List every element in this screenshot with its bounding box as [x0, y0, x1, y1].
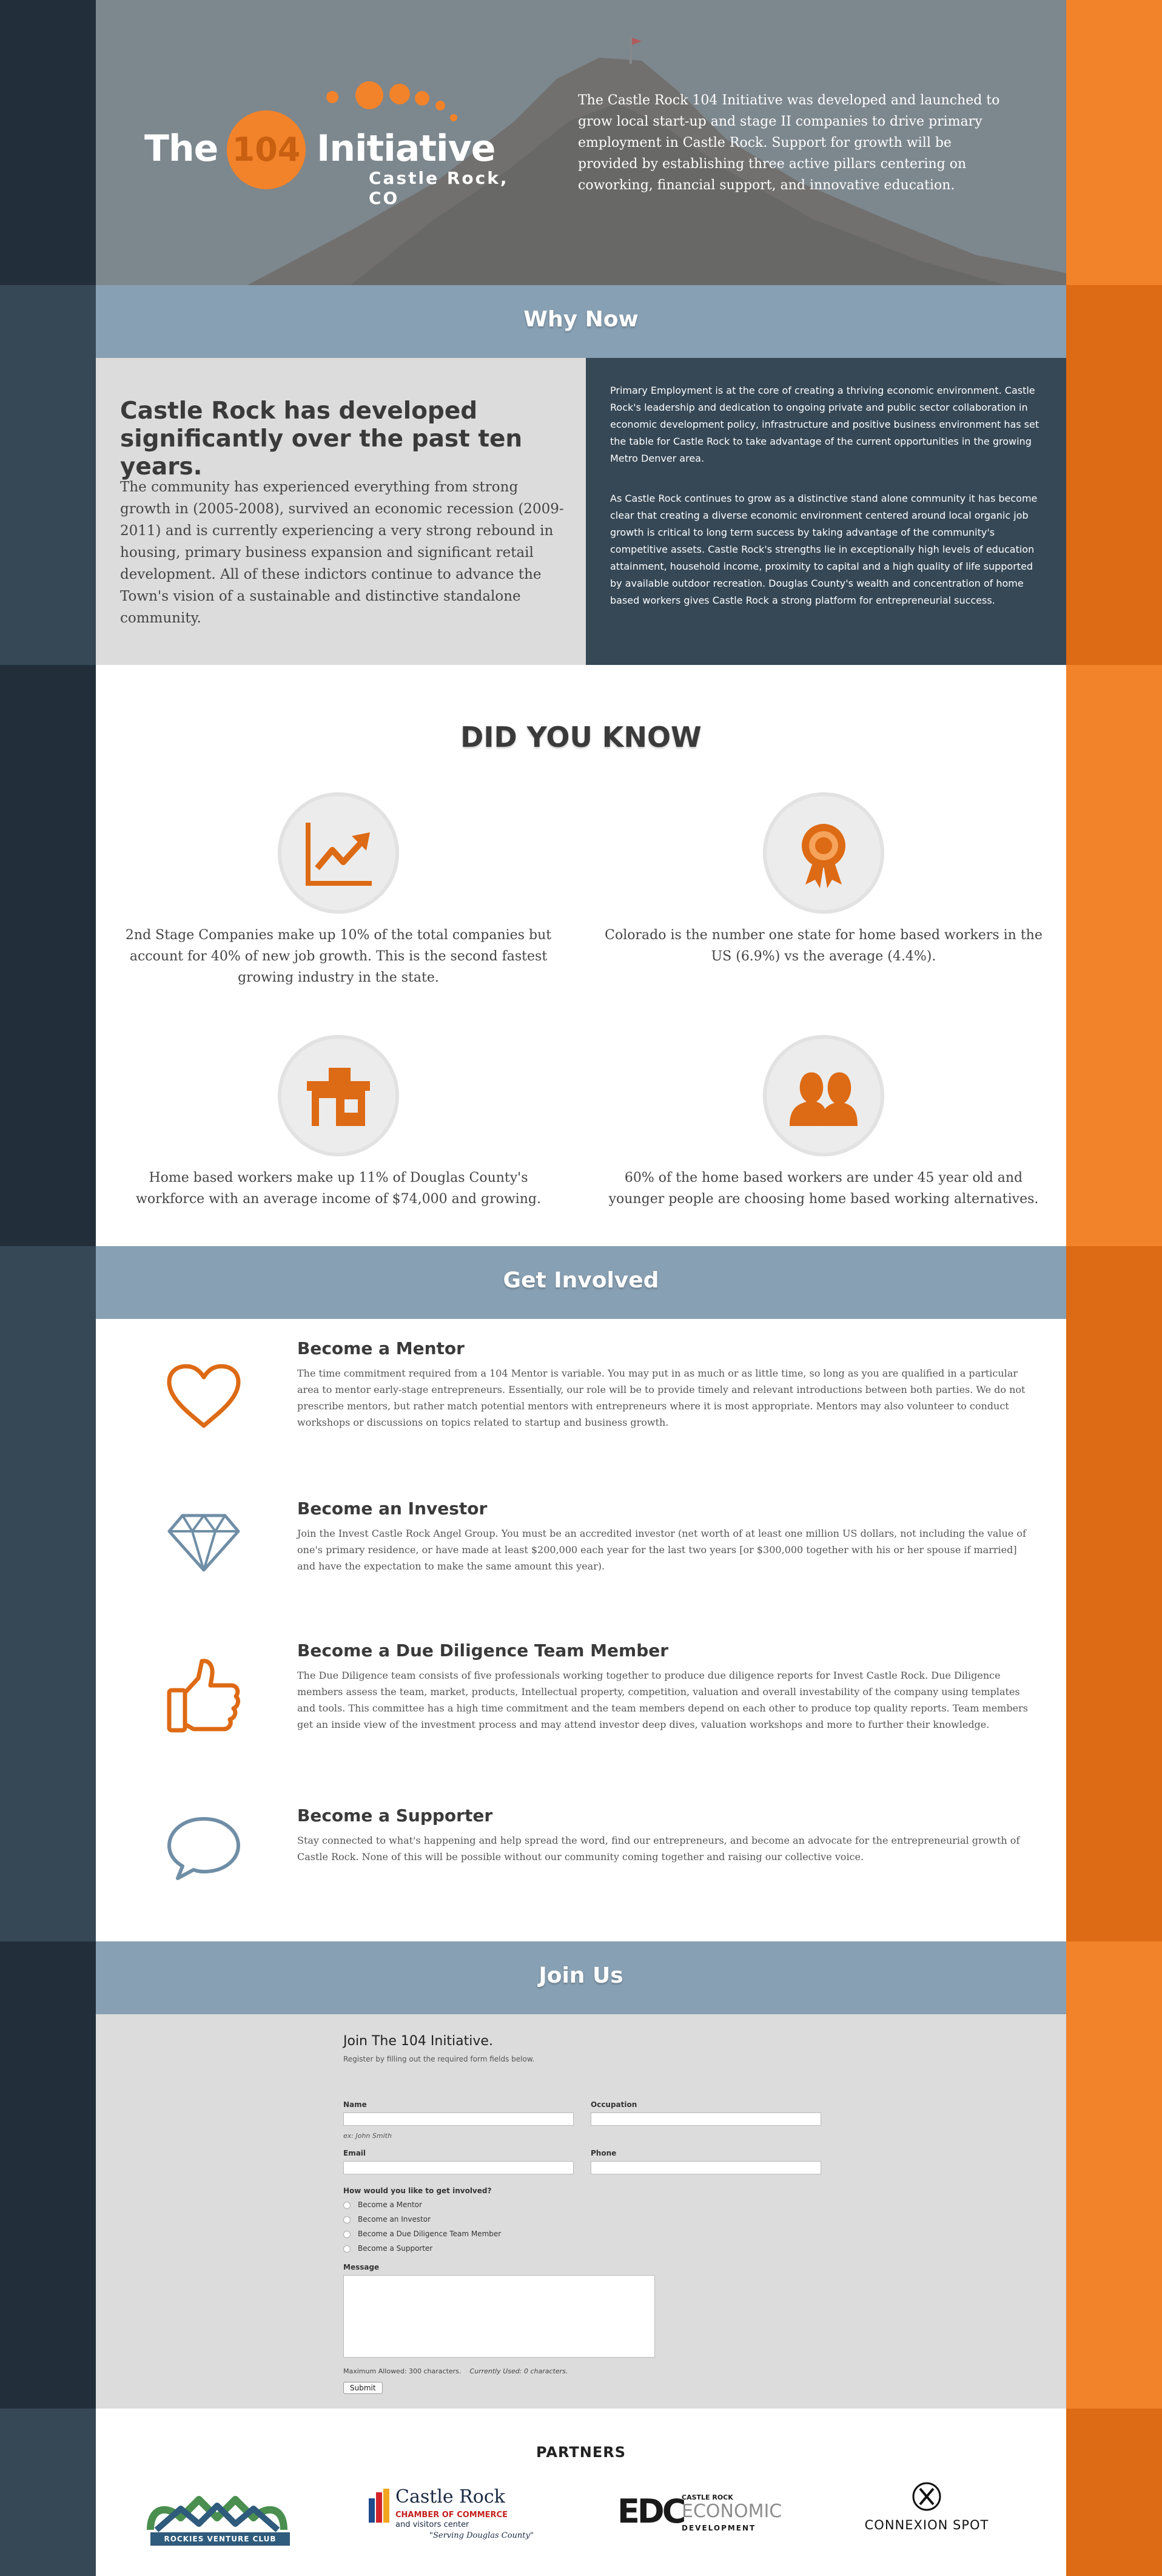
radio-button[interactable]	[343, 2202, 351, 2209]
fact-text: 2nd Stage Companies make up 10% of the t…	[125, 928, 552, 985]
speech-bubble-icon	[167, 1817, 240, 1880]
logo-dot	[415, 91, 429, 106]
partners-title: PARTNERS	[536, 2444, 626, 2461]
due-diligence-body: The Due Diligence team consists of five …	[297, 1670, 1028, 1730]
why-now-left-panel: Castle Rock has developed significantly …	[96, 358, 586, 665]
chamber-line-2: and visitors center	[395, 2520, 469, 2529]
logo-dot	[435, 101, 445, 110]
award-ribbon-icon	[763, 792, 884, 914]
fact-text: 60% of the home based workers are under …	[608, 1170, 1039, 1207]
name-label: Name	[343, 2100, 367, 2109]
max-allowed-text: Maximum Allowed: 300 characters.	[343, 2367, 462, 2375]
house-icon	[278, 1035, 399, 1156]
connexion-spot-logo[interactable]: CONNEXION SPOT	[854, 2481, 999, 2554]
name-field[interactable]	[343, 2112, 574, 2126]
supporter-body: Stay connected to what's happening and h…	[297, 1835, 1020, 1863]
logo-dot	[450, 114, 457, 121]
fact-text: Home based workers make up 11% of Dougla…	[136, 1170, 541, 1207]
hero-intro-text: The Castle Rock 104 Initiative was devel…	[578, 93, 1000, 193]
people-icon	[763, 1035, 884, 1156]
fact-text: Colorado is the number one state for hom…	[605, 928, 1043, 964]
investor-title: Become an Investor	[297, 1499, 488, 1519]
name-hint: ex: John Smith	[343, 2132, 392, 2140]
heart-icon	[167, 1364, 241, 1428]
character-counter: Maximum Allowed: 300 characters. Currentl…	[343, 2367, 568, 2375]
phone-label: Phone	[591, 2149, 617, 2157]
supporter-title: Become a Supporter	[297, 1806, 493, 1826]
castle-rock-chamber-logo[interactable]: Castle Rock CHAMBER OF COMMERCE and visi…	[369, 2481, 557, 2554]
get-involved-title: Get Involved	[503, 1268, 659, 1293]
message-textarea[interactable]	[343, 2275, 655, 2358]
option-label: Become a Supporter	[358, 2244, 433, 2253]
radio-button[interactable]	[343, 2245, 351, 2253]
form-title: Join The 104 Initiative.	[343, 2034, 493, 2049]
logo-initiative-text: Initiative	[317, 127, 495, 170]
why-now-body: The community has experienced everything…	[120, 479, 564, 626]
hero-section: The 104 Initiative Castle Rock, CO The C…	[96, 0, 1066, 285]
option-mentor[interactable]: Become a Mentor	[343, 2200, 586, 2211]
option-label: Become a Mentor	[358, 2200, 422, 2209]
right-side-stripe	[1066, 0, 1162, 2576]
logo-dot	[355, 81, 383, 109]
why-now-paragraph-2: As Castle Rock continues to grow as a di…	[610, 493, 1038, 606]
occupation-field[interactable]	[591, 2112, 821, 2126]
email-label: Email	[343, 2149, 366, 2157]
why-now-banner: Why Now	[96, 285, 1066, 358]
due-diligence-title: Become a Due Diligence Team Member	[297, 1640, 669, 1661]
message-label: Message	[343, 2263, 380, 2271]
radio-button[interactable]	[343, 2216, 351, 2224]
logo-dot	[326, 91, 338, 103]
email-field[interactable]	[343, 2161, 574, 2174]
form-subtitle: Register by filling out the required for…	[343, 2055, 535, 2063]
chamber-name: Castle Rock	[395, 2486, 505, 2507]
connexion-spot-text: CONNEXION SPOT	[864, 2518, 989, 2532]
edc-letters: EDC	[617, 2492, 686, 2530]
currently-used-text: Currently Used: 0 characters.	[469, 2367, 568, 2375]
option-due-diligence[interactable]: Become a Due Diligence Team Member	[343, 2229, 586, 2240]
phone-field[interactable]	[591, 2161, 821, 2174]
chamber-line-1: CHAMBER OF COMMERCE	[395, 2510, 508, 2520]
submit-button[interactable]: Submit	[343, 2382, 383, 2394]
initiative-logo[interactable]: The 104 Initiative Castle Rock, CO	[144, 73, 520, 208]
radio-button[interactable]	[343, 2231, 351, 2238]
join-us-banner: Join Us	[96, 1941, 1066, 2014]
why-now-paragraph-1: Primary Employment is at the core of cre…	[610, 385, 1039, 464]
occupation-label: Occupation	[591, 2100, 637, 2109]
logo-number: 104	[232, 130, 301, 169]
mentor-body: The time commitment required from a 104 …	[297, 1367, 1026, 1428]
did-you-know-title: DID YOU KNOW	[460, 721, 702, 754]
why-now-heading: Castle Rock has developed significantly …	[120, 397, 523, 480]
left-side-stripe	[0, 0, 96, 2576]
why-now-right-panel: Primary Employment is at the core of cre…	[586, 358, 1066, 665]
logo-dot	[389, 84, 410, 104]
rvc-logo-text: ROCKIES VENTURE CLUB	[164, 2535, 277, 2543]
diamond-icon	[167, 1514, 240, 1572]
get-involved-section: Become a Mentor The time commitment requ…	[96, 1319, 1066, 1941]
castle-rock-edc-logo[interactable]: EDC CASTLE ROCK ECONOMIC DEVELOPMENT	[617, 2481, 799, 2554]
main-content: The 104 Initiative Castle Rock, CO The C…	[96, 0, 1066, 2576]
option-investor[interactable]: Become an Investor	[343, 2214, 586, 2225]
involvement-label: How would you like to get involved?	[343, 2187, 492, 2195]
join-us-title: Join Us	[539, 1963, 623, 1988]
thumbs-up-icon	[167, 1659, 240, 1733]
logo-the-text: The	[144, 127, 218, 170]
growth-chart-icon	[278, 792, 399, 914]
why-now-title: Why Now	[523, 307, 639, 332]
option-label: Become an Investor	[358, 2215, 431, 2224]
option-supporter[interactable]: Become a Supporter	[343, 2244, 586, 2254]
did-you-know-section: DID YOU KNOW 2nd Stage Companies make up…	[96, 665, 1066, 1246]
join-us-section: Join The 104 Initiative. Register by fil…	[96, 2014, 1066, 2409]
chamber-tagline: "Serving Douglas County"	[429, 2531, 534, 2540]
option-label: Become a Due Diligence Team Member	[358, 2230, 502, 2238]
edc-main-text: ECONOMIC	[682, 2501, 782, 2522]
mentor-title: Become a Mentor	[297, 1338, 465, 1358]
logo-location: Castle Rock, CO	[369, 168, 509, 208]
edc-bottom-text: DEVELOPMENT	[682, 2524, 756, 2532]
rockies-venture-club-logo[interactable]: ROCKIES VENTURE CLUB	[144, 2481, 296, 2554]
partners-section: PARTNERS ROCKIES VENTURE CLUB Castle Roc…	[96, 2409, 1066, 2576]
connexion-spot-icon	[912, 2482, 941, 2511]
investor-body: Join the Invest Castle Rock Angel Group.…	[297, 1528, 1026, 1572]
get-involved-banner: Get Involved	[96, 1246, 1066, 1319]
